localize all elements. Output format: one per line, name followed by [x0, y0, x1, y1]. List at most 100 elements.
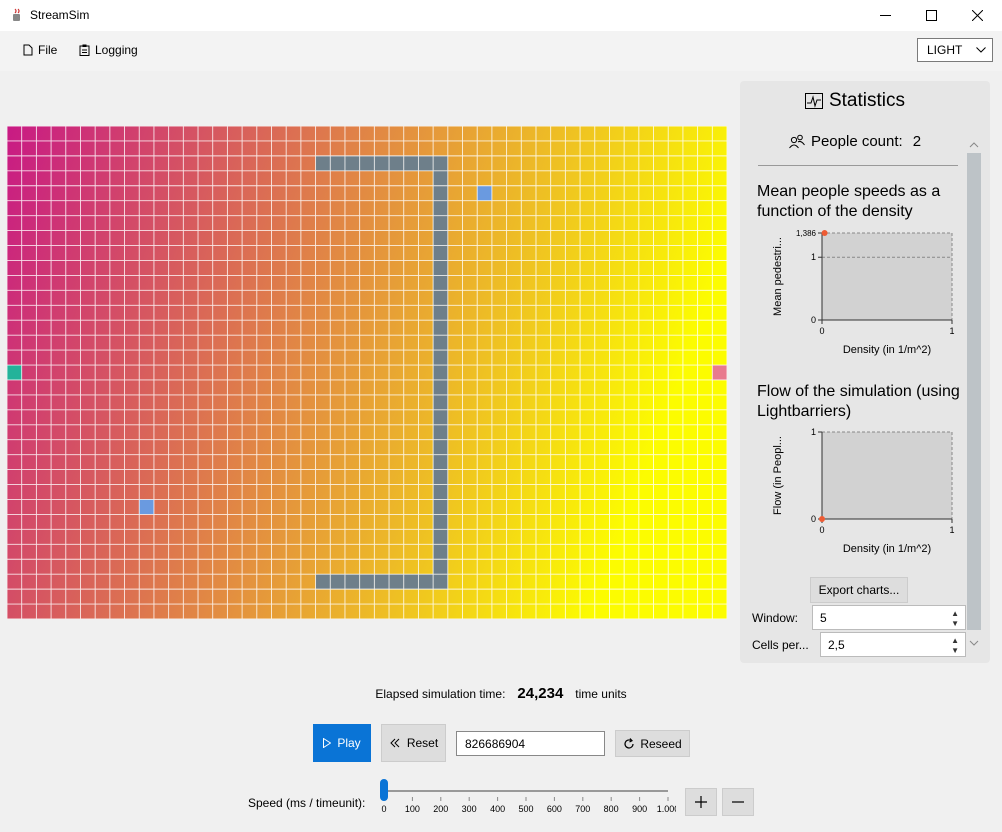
- slider-tick-label: 200: [433, 804, 448, 814]
- flow-density-chart: 0 1 0 1 Density (in 1/m^2) Flow (in Peopl...: [772, 427, 955, 555]
- wall-cell: [433, 230, 448, 246]
- y-axis-label: Mean pedestri...: [772, 237, 784, 316]
- y-axis-label: Flow (in Peopl...: [772, 436, 784, 515]
- potential-field: [7, 126, 727, 619]
- source-cell: [7, 365, 22, 380]
- rewind-icon: [390, 738, 400, 748]
- minus-icon: [732, 801, 744, 803]
- y-tick-label: 1: [811, 427, 816, 437]
- close-button[interactable]: [954, 0, 1000, 31]
- scroll-thumb: [967, 153, 981, 630]
- minimize-button[interactable]: [862, 0, 908, 31]
- wall-cell: [418, 155, 434, 171]
- wall-cell: [433, 379, 448, 395]
- window-title: StreamSim: [30, 8, 90, 22]
- wall-cell: [344, 155, 360, 171]
- wall-cell: [374, 574, 390, 590]
- wall-cell: [433, 544, 448, 560]
- x-tick-label: 0: [819, 326, 824, 336]
- menu-file-label: File: [38, 43, 58, 57]
- slider-tick-label: 300: [462, 804, 477, 814]
- speed-increase-button[interactable]: [685, 788, 717, 816]
- menu-bar: [0, 31, 1002, 71]
- wall-cell: [403, 574, 419, 590]
- data-point: [821, 230, 828, 236]
- chart-icon: [804, 93, 823, 109]
- people-count-value: 2: [912, 133, 922, 150]
- refresh-icon: [624, 737, 634, 749]
- maximize-icon: [925, 10, 937, 21]
- slider-tick-label: 400: [490, 804, 505, 814]
- wall-cell: [374, 155, 390, 171]
- wall-cell: [433, 260, 448, 276]
- elapsed-time-row: Elapsed simulation time: 24,234 time uni…: [0, 685, 1002, 702]
- stats-scrollbar[interactable]: [966, 140, 982, 655]
- spin-down-icon[interactable]: ▼: [951, 619, 959, 628]
- wall-cell: [330, 574, 345, 590]
- play-icon: [323, 738, 332, 748]
- play-button[interactable]: Play: [313, 724, 371, 762]
- wall-cell: [315, 155, 331, 171]
- wall-cell: [433, 484, 448, 500]
- slider-tick-label: 1.000: [657, 804, 676, 814]
- wall-cell: [315, 574, 331, 590]
- people-count-row: People count: 2: [740, 133, 970, 150]
- simulation-grid[interactable]: [7, 126, 727, 619]
- x-axis-label: Density (in 1/m^2): [843, 543, 931, 555]
- reseed-button[interactable]: Reseed: [615, 730, 690, 757]
- wall-cell: [433, 394, 448, 410]
- elapsed-value: 24,234: [517, 685, 564, 702]
- chart1-title: Mean people speeds as a function of the …: [757, 183, 941, 220]
- statistics-header: Statistics: [740, 90, 970, 112]
- wall-cell: [433, 409, 448, 425]
- seed-input[interactable]: 826686904: [456, 731, 605, 756]
- x-tick-label: 0: [819, 525, 824, 535]
- person-cell: [477, 185, 492, 201]
- window-spinner[interactable]: 5 ▲ ▼: [812, 605, 966, 630]
- y-tick-label: 0: [811, 315, 816, 325]
- cells-spinner[interactable]: 2,5 ▲ ▼: [820, 632, 966, 657]
- wall-cell: [433, 320, 448, 336]
- statistics-panel: Statistics People count: 2 Mean people s…: [740, 81, 990, 663]
- slider-thumb[interactable]: [380, 779, 388, 801]
- menu-file[interactable]: File: [23, 43, 57, 57]
- maximize-button[interactable]: [908, 0, 954, 31]
- spin-up-icon[interactable]: ▲: [951, 636, 959, 645]
- wall-cell: [433, 439, 448, 455]
- elapsed-label: Elapsed simulation time:: [375, 687, 506, 701]
- wall-cell: [433, 305, 448, 321]
- wall-cell: [433, 275, 448, 291]
- speed-slider[interactable]: 0 100 200 300 400 500 600 700 800 900 1.000: [378, 778, 676, 818]
- speed-density-chart: 0 1 1,386 0 1 Density (in 1/m^2) Mean pedestri…: [772, 229, 955, 356]
- wall-cell: [344, 574, 360, 590]
- person-cell: [139, 499, 154, 515]
- close-icon: [971, 10, 983, 21]
- people-count-label: People count:: [810, 133, 903, 150]
- wall-cell: [433, 170, 448, 186]
- statistics-title: Statistics: [828, 90, 906, 111]
- wall-cell: [433, 155, 448, 171]
- wall-cell: [433, 350, 448, 366]
- wall-cell: [433, 574, 448, 590]
- chart2-title: Flow of the simulation (using Lightbarri…: [757, 383, 960, 420]
- menu-logging[interactable]: Logging: [79, 43, 138, 57]
- theme-dropdown[interactable]: LIGHT: [917, 38, 993, 62]
- slider-tick-label: 100: [405, 804, 420, 814]
- chevron-down-icon: [976, 47, 986, 53]
- wall-cell: [389, 155, 404, 171]
- slider-tick-label: 700: [575, 804, 590, 814]
- speed-decrease-button[interactable]: [722, 788, 754, 816]
- y-tick-label: 1: [811, 252, 816, 262]
- wall-cell: [433, 454, 448, 470]
- cells-label: Cells per...: [752, 638, 809, 652]
- slider-tick-label: 600: [547, 804, 562, 814]
- spin-up-icon[interactable]: ▲: [951, 609, 959, 618]
- elapsed-unit: time units: [575, 687, 627, 701]
- spin-down-icon[interactable]: ▼: [951, 646, 959, 655]
- wall-cell: [433, 514, 448, 530]
- export-charts-button[interactable]: Export charts...: [810, 577, 908, 603]
- reset-button[interactable]: Reset: [381, 724, 446, 762]
- scroll-down-icon: [969, 640, 979, 646]
- wall-cell: [359, 574, 375, 590]
- people-icon: [789, 134, 805, 149]
